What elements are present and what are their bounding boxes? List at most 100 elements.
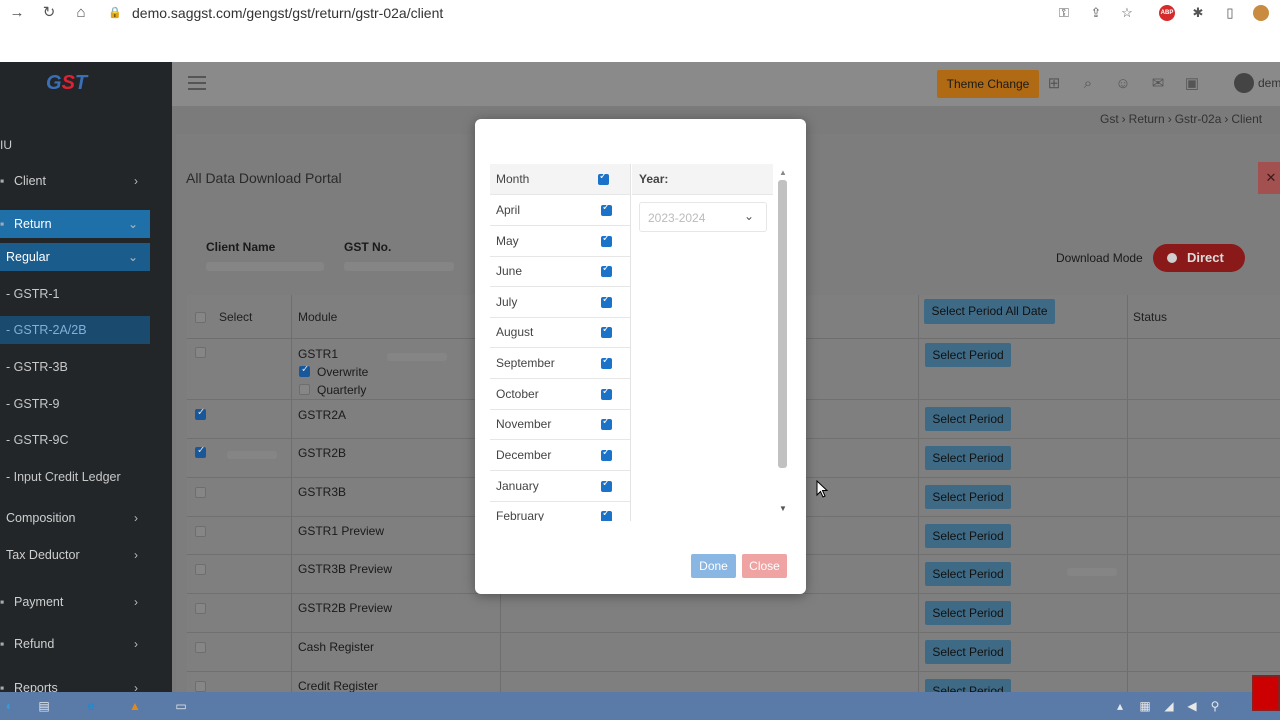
- sidebar-item-payment[interactable]: ▪ Payment ›: [0, 588, 150, 616]
- home-icon[interactable]: ⌂: [72, 4, 90, 22]
- row-checkbox[interactable]: [195, 347, 206, 358]
- month-checkbox[interactable]: [601, 324, 612, 338]
- chevron-right-icon: ›: [134, 681, 138, 692]
- network-icon[interactable]: ◢: [1161, 698, 1177, 714]
- user-name[interactable]: dem: [1258, 76, 1280, 90]
- select-all-months-checkbox[interactable]: [598, 171, 609, 185]
- reload-icon[interactable]: ↻: [40, 4, 58, 22]
- volume-icon[interactable]: ◀: [1184, 698, 1200, 714]
- start-icon[interactable]: ◖: [0, 698, 16, 714]
- key-icon[interactable]: ⚿: [1056, 5, 1072, 21]
- breadcrumb-gstr02a[interactable]: Gstr-02a: [1175, 112, 1222, 126]
- download-mode-toggle[interactable]: Direct: [1153, 244, 1245, 272]
- month-checkbox[interactable]: [601, 478, 612, 492]
- row-checkbox[interactable]: [195, 407, 206, 420]
- sidebar-item-composition[interactable]: Composition ›: [0, 504, 150, 532]
- select-period-button[interactable]: Select Period: [925, 446, 1011, 470]
- sidebar-item-label: - GSTR-1: [6, 287, 60, 301]
- sidebar-item-client[interactable]: ▪ Client ›: [0, 167, 150, 195]
- row-checkbox[interactable]: [195, 564, 206, 575]
- window-icon[interactable]: ▭: [173, 698, 189, 714]
- select-period-button[interactable]: Select Period: [925, 640, 1011, 664]
- select-period-button[interactable]: Select Period: [925, 524, 1011, 548]
- breadcrumb-gst[interactable]: Gst: [1100, 112, 1119, 126]
- month-checkbox[interactable]: [601, 508, 612, 521]
- year-select[interactable]: 2023-2024 ⌄: [639, 202, 767, 232]
- chat-icon[interactable]: ☺: [1114, 75, 1132, 93]
- select-period-button[interactable]: Select Period: [925, 407, 1011, 431]
- logo: GST: [46, 72, 88, 94]
- tray-up-icon[interactable]: ▴: [1112, 698, 1128, 714]
- overwrite-checkbox[interactable]: [299, 364, 310, 377]
- message-icon[interactable]: ✉: [1149, 75, 1167, 93]
- profile-avatar[interactable]: [1253, 5, 1269, 21]
- sidebar-item-reports[interactable]: ▪ Reports ›: [0, 674, 150, 692]
- close-icon[interactable]: ✕: [1258, 162, 1280, 194]
- sidebar-item-gstr9c[interactable]: - GSTR-9C: [0, 426, 150, 454]
- sidebar-item-tax-deductor[interactable]: Tax Deductor ›: [0, 541, 150, 569]
- month-checkbox[interactable]: [601, 294, 612, 308]
- extensions-icon[interactable]: ✱: [1190, 5, 1206, 21]
- url-text[interactable]: demo.saggst.com/gengst/gst/return/gstr-0…: [132, 5, 443, 21]
- usb-icon[interactable]: ⚲: [1207, 698, 1223, 714]
- share-icon[interactable]: ⇪: [1088, 5, 1104, 21]
- user-avatar-icon[interactable]: [1234, 73, 1254, 93]
- row-checkbox[interactable]: [195, 445, 206, 458]
- chevron-right-icon: ›: [134, 595, 138, 609]
- scroll-down-icon[interactable]: ▼: [779, 504, 787, 513]
- forward-icon[interactable]: →: [8, 4, 26, 22]
- select-period-button[interactable]: Select Period: [925, 343, 1011, 367]
- sidebar-item-input-credit-ledger[interactable]: - Input Credit Ledger: [0, 463, 150, 491]
- month-checkbox[interactable]: [601, 447, 612, 461]
- select-all-checkbox[interactable]: [195, 312, 206, 323]
- sidebar-item-label: - GSTR-3B: [6, 360, 68, 374]
- row-checkbox[interactable]: [195, 526, 206, 537]
- select-period-button[interactable]: Select Period: [925, 601, 1011, 625]
- theme-change-button[interactable]: Theme Change: [937, 70, 1039, 98]
- row-checkbox[interactable]: [195, 642, 206, 653]
- calendar-icon[interactable]: ▣: [1183, 75, 1201, 93]
- close-button[interactable]: Close: [742, 554, 787, 578]
- month-checkbox[interactable]: [601, 386, 612, 400]
- scrollbar-thumb[interactable]: [778, 180, 787, 468]
- search-doc-icon[interactable]: ⌕: [1079, 75, 1097, 93]
- month-checkbox[interactable]: [601, 202, 612, 216]
- sidebar-item-return[interactable]: ▪ Return ⌄: [0, 210, 150, 238]
- quarterly-checkbox[interactable]: [299, 384, 310, 395]
- row-checkbox[interactable]: [195, 603, 206, 614]
- select-period-button[interactable]: Select Period: [925, 485, 1011, 509]
- quarterly-label: Quarterly: [317, 383, 367, 397]
- explorer-icon[interactable]: ▤: [36, 698, 52, 714]
- breadcrumb-return[interactable]: Return: [1129, 112, 1165, 126]
- sidebar-item-refund[interactable]: ▪ Refund ›: [0, 630, 150, 658]
- address-bar[interactable]: 🔒 demo.saggst.com/gengst/gst/return/gstr…: [108, 1, 1148, 25]
- row-checkbox[interactable]: [195, 681, 206, 692]
- recording-indicator[interactable]: [1252, 675, 1280, 711]
- sidebar-item-regular[interactable]: Regular ⌄: [0, 243, 150, 271]
- month-checkbox[interactable]: [601, 233, 612, 247]
- refund-icon: ▪: [0, 637, 5, 651]
- month-row: November: [490, 409, 630, 440]
- tray-app-icon[interactable]: ▦: [1137, 698, 1153, 714]
- sidepanel-icon[interactable]: ▯: [1222, 5, 1238, 21]
- hamburger-menu-icon[interactable]: [188, 76, 206, 90]
- sidebar-item-gstr9[interactable]: - GSTR-9: [0, 390, 150, 418]
- reports-icon: ▪: [0, 681, 5, 692]
- sidebar-item-gstr1[interactable]: - GSTR-1: [0, 280, 150, 308]
- vlc-icon[interactable]: ▲: [127, 698, 143, 714]
- month-checkbox[interactable]: [601, 355, 612, 369]
- month-list-scrollbar[interactable]: ▲ ▼: [776, 164, 788, 521]
- ie-icon[interactable]: e: [83, 698, 99, 714]
- adblock-icon[interactable]: ABP: [1159, 5, 1175, 21]
- select-period-all-date-button[interactable]: Select Period All Date: [924, 299, 1055, 324]
- month-checkbox[interactable]: [601, 416, 612, 430]
- month-checkbox[interactable]: [601, 263, 612, 277]
- select-period-button[interactable]: Select Period: [925, 562, 1011, 586]
- sidebar-item-gstr2a2b[interactable]: - GSTR-2A/2B: [0, 316, 150, 344]
- grid-icon[interactable]: ⊞: [1045, 75, 1063, 93]
- done-button[interactable]: Done: [691, 554, 736, 578]
- sidebar-item-gstr3b[interactable]: - GSTR-3B: [0, 353, 150, 381]
- scroll-up-icon[interactable]: ▲: [779, 168, 787, 177]
- row-checkbox[interactable]: [195, 487, 206, 498]
- star-icon[interactable]: ☆: [1119, 5, 1135, 21]
